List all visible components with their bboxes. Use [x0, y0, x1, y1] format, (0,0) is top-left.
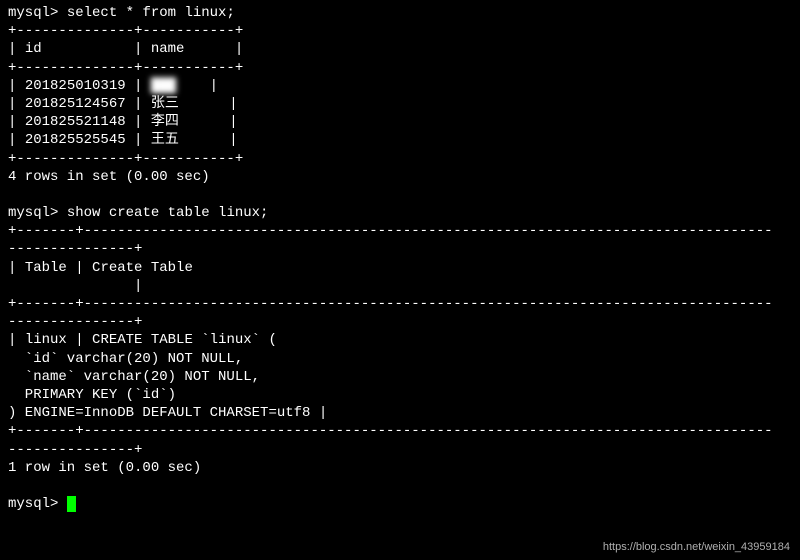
ct-sql-line4: PRIMARY KEY (`id`) [8, 386, 792, 404]
terminal-output: mysql> select * from linux; +-----------… [8, 4, 792, 513]
ct-sql-line3: `name` varchar(20) NOT NULL, [8, 368, 792, 386]
table-sep: +--------------+-----------+ [8, 150, 792, 168]
create-table-body: | linux | CREATE TABLE `linux` ( [8, 331, 792, 349]
cell-id: 201825521148 [25, 114, 126, 130]
long-sep: +-------+-------------------------------… [8, 222, 792, 240]
cell-id: 201825010319 [25, 78, 126, 94]
table-row: | 201825010319 | ███ | [8, 77, 792, 95]
ct-col-table: Table [25, 260, 67, 276]
blank-line [8, 186, 792, 204]
long-sep-tail: ---------------+ [8, 441, 792, 459]
long-sep: +-------+-------------------------------… [8, 295, 792, 313]
cell-name: 李四 [151, 114, 179, 130]
col-name-header: name [151, 41, 185, 57]
ct-sql-line1: CREATE TABLE `linux` ( [92, 332, 277, 348]
cell-id: 201825525545 [25, 132, 126, 148]
table-header: | id | name | [8, 40, 792, 58]
rows-count-2: 1 row in set (0.00 sec) [8, 459, 792, 477]
ct-header-pad: | [8, 277, 792, 295]
query-line-2: mysql> show create table linux; [8, 204, 792, 222]
rows-count: 4 rows in set (0.00 sec) [8, 168, 792, 186]
cell-name-blurred: ███ [151, 77, 176, 95]
blank-line [8, 477, 792, 495]
cell-name: 张三 [151, 96, 179, 112]
watermark-text: https://blog.csdn.net/weixin_43959184 [603, 540, 790, 554]
ct-sql-line2: `id` varchar(20) NOT NULL, [8, 350, 792, 368]
ct-name: linux [25, 332, 67, 348]
table-sep: +--------------+-----------+ [8, 59, 792, 77]
prompt-line[interactable]: mysql> [8, 495, 792, 513]
table-row: | 201825124567 | 张三 | [8, 95, 792, 113]
query-line-1: mysql> select * from linux; [8, 4, 792, 22]
long-sep-tail: ---------------+ [8, 313, 792, 331]
cell-name: 王五 [151, 132, 179, 148]
table-sep: +--------------+-----------+ [8, 22, 792, 40]
prompt: mysql> [8, 496, 58, 512]
cell-id: 201825124567 [25, 96, 126, 112]
prompt: mysql> [8, 5, 58, 21]
sql-query-2: show create table linux; [67, 205, 269, 221]
col-id-header: id [25, 41, 42, 57]
create-table-header: | Table | Create Table [8, 259, 792, 277]
prompt: mysql> [8, 205, 58, 221]
long-sep: +-------+-------------------------------… [8, 422, 792, 440]
sql-query-1: select * from linux; [67, 5, 235, 21]
table-row: | 201825525545 | 王五 | [8, 131, 792, 149]
cursor-icon [67, 496, 76, 512]
long-sep-tail: ---------------+ [8, 240, 792, 258]
ct-sql-line5: ) ENGINE=InnoDB DEFAULT CHARSET=utf8 | [8, 404, 792, 422]
table-row: | 201825521148 | 李四 | [8, 113, 792, 131]
ct-col-create: Create Table [92, 260, 193, 276]
